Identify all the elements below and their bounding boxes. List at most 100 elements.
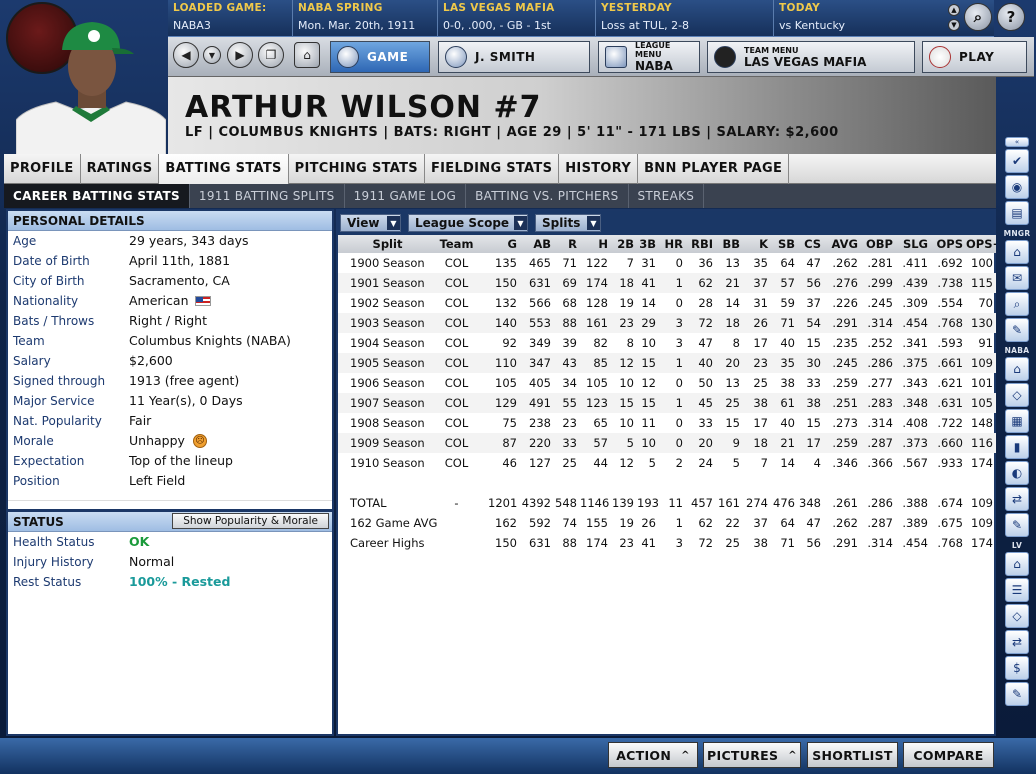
action-button[interactable]: ACTION ^: [608, 742, 698, 768]
tab-bnn-player-page[interactable]: BNN PLAYER PAGE: [638, 154, 790, 184]
wrench-icon[interactable]: ✎: [1005, 318, 1029, 342]
table-cell: 20: [716, 353, 743, 373]
subtab-vs-pitchers[interactable]: BATTING VS. PITCHERS: [466, 184, 629, 208]
table-cell: .277: [867, 376, 893, 390]
detail-value: Sacramento, CA: [129, 273, 230, 288]
column-header[interactable]: H: [580, 235, 611, 253]
table-cell: 7: [626, 256, 634, 270]
subtab-streaks[interactable]: STREAKS: [629, 184, 705, 208]
team-home-icon[interactable]: ⌂: [1005, 552, 1029, 576]
column-header[interactable]: K: [743, 235, 771, 253]
rest-status-row: Rest Status 100% - Rested: [8, 572, 332, 592]
column-header[interactable]: R: [554, 235, 580, 253]
subtab-career-batting[interactable]: CAREER BATTING STATS: [4, 184, 190, 208]
compare-button[interactable]: COMPARE: [903, 742, 994, 768]
team-wrench-icon[interactable]: ✎: [1005, 682, 1029, 706]
home-icon[interactable]: ⌂: [1005, 240, 1029, 264]
table-cell: 8: [732, 336, 740, 350]
scroll-down-icon[interactable]: ▼: [948, 19, 960, 31]
tab-ratings[interactable]: RATINGS: [81, 154, 160, 184]
table-cell: 25: [753, 376, 768, 390]
mail-icon[interactable]: ✉: [1005, 266, 1029, 290]
show-popularity-morale-button[interactable]: Show Popularity & Morale: [172, 513, 329, 529]
play-button[interactable]: PLAY: [922, 41, 1027, 73]
league-home-icon[interactable]: ⌂: [1005, 357, 1029, 381]
health-status-value: OK: [129, 534, 150, 549]
globe-icon[interactable]: ◉: [1005, 175, 1029, 199]
splits-dropdown[interactable]: Splits ▼: [535, 214, 601, 232]
column-header[interactable]: AVG: [824, 235, 861, 253]
table-cell: 465: [529, 256, 551, 270]
roster-icon[interactable]: ☰: [1005, 578, 1029, 602]
tab-profile[interactable]: PROFILE: [4, 154, 81, 184]
bookmark-icon[interactable]: ❐: [258, 42, 284, 68]
table-cell: TOTAL: [350, 496, 387, 510]
column-header[interactable]: CS: [798, 235, 824, 253]
table-cell: 140: [488, 313, 520, 333]
search-icon[interactable]: ⌕: [964, 3, 992, 31]
batting-subtabs: CAREER BATTING STATS 1911 BATTING SPLITS…: [4, 184, 996, 208]
league-scope-dropdown[interactable]: League Scope ▼: [408, 214, 528, 232]
manager-menu-button[interactable]: J. SMITH: [438, 41, 590, 73]
league-scope-label: League Scope: [415, 216, 510, 230]
transactions-icon[interactable]: ⇄: [1005, 487, 1029, 511]
tab-batting-stats[interactable]: BATTING STATS: [159, 154, 289, 184]
column-header[interactable]: G: [488, 235, 520, 253]
collapse-icon[interactable]: «: [1005, 137, 1029, 147]
column-header[interactable]: SLG: [896, 235, 931, 253]
scroll-up-icon[interactable]: ▲: [948, 4, 960, 16]
view-dropdown[interactable]: View ▼: [340, 214, 401, 232]
book-icon[interactable]: ▤: [1005, 201, 1029, 225]
table-cell: 109: [971, 516, 993, 530]
team-diamond-icon[interactable]: ◇: [1005, 604, 1029, 628]
shortlist-button[interactable]: SHORTLIST: [807, 742, 898, 768]
table-cell: 162 Game AVG: [350, 516, 438, 530]
pictures-button[interactable]: PICTURES ^: [703, 742, 801, 768]
league-wrench-icon[interactable]: ✎: [1005, 513, 1029, 537]
trade-icon[interactable]: ⇄: [1005, 630, 1029, 654]
column-header[interactable]: 2B: [611, 235, 637, 253]
column-header[interactable]: 3B: [637, 235, 659, 253]
injury-history-row: Injury History Normal: [8, 552, 332, 572]
column-header[interactable]: Team: [428, 235, 488, 253]
standings-icon[interactable]: ▦: [1005, 409, 1029, 433]
column-header[interactable]: OBP: [861, 235, 896, 253]
home-icon[interactable]: ⌂: [294, 42, 320, 68]
column-header[interactable]: HR: [659, 235, 686, 253]
league-menu-button[interactable]: LEAGUE MENU NABA: [598, 41, 700, 73]
column-header[interactable]: BB: [716, 235, 743, 253]
detail-label: Nationality: [13, 294, 79, 308]
table-cell: 12: [641, 376, 656, 390]
baseball-icon[interactable]: ◐: [1005, 461, 1029, 485]
detail-value: 1913 (free agent): [129, 373, 240, 388]
table-cell: 15: [725, 416, 740, 430]
forward-arrow-icon[interactable]: ▶: [227, 42, 253, 68]
team-menu-button[interactable]: TEAM MENU LAS VEGAS MAFIA: [707, 41, 915, 73]
column-header[interactable]: AB: [520, 235, 554, 253]
table-cell: .252: [867, 336, 893, 350]
diamond-icon[interactable]: ◇: [1005, 383, 1029, 407]
tab-fielding-stats[interactable]: FIELDING STATS: [425, 154, 560, 184]
game-menu-button[interactable]: GAME: [330, 41, 430, 73]
dollar-icon[interactable]: $: [1005, 656, 1029, 680]
column-header[interactable]: Split: [338, 235, 428, 253]
table-cell: .933: [937, 456, 963, 470]
column-header[interactable]: OPS: [931, 235, 966, 253]
table-row: 1903 Season COL 140 553 88 161 23 29 3 72 18 26 71 54…: [338, 313, 996, 333]
help-icon[interactable]: ?: [997, 3, 1025, 31]
column-header[interactable]: SB: [771, 235, 798, 253]
table-cell: .262: [832, 516, 858, 530]
bar-chart-icon[interactable]: ▮: [1005, 435, 1029, 459]
table-cell: 28: [698, 296, 713, 310]
history-dropdown-icon[interactable]: ▼: [203, 46, 221, 64]
tab-history[interactable]: HISTORY: [559, 154, 639, 184]
column-header[interactable]: RBI: [686, 235, 716, 253]
back-arrow-icon[interactable]: ◀: [173, 42, 199, 68]
subtab-batting-splits[interactable]: 1911 BATTING SPLITS: [190, 184, 345, 208]
table-cell: .692: [937, 256, 963, 270]
checkmark-icon[interactable]: ✔: [1005, 149, 1029, 173]
magnifier-icon[interactable]: ⌕: [1005, 292, 1029, 316]
subtab-game-log[interactable]: 1911 GAME LOG: [345, 184, 467, 208]
column-header[interactable]: OPS+: [966, 235, 996, 253]
tab-pitching-stats[interactable]: PITCHING STATS: [289, 154, 425, 184]
